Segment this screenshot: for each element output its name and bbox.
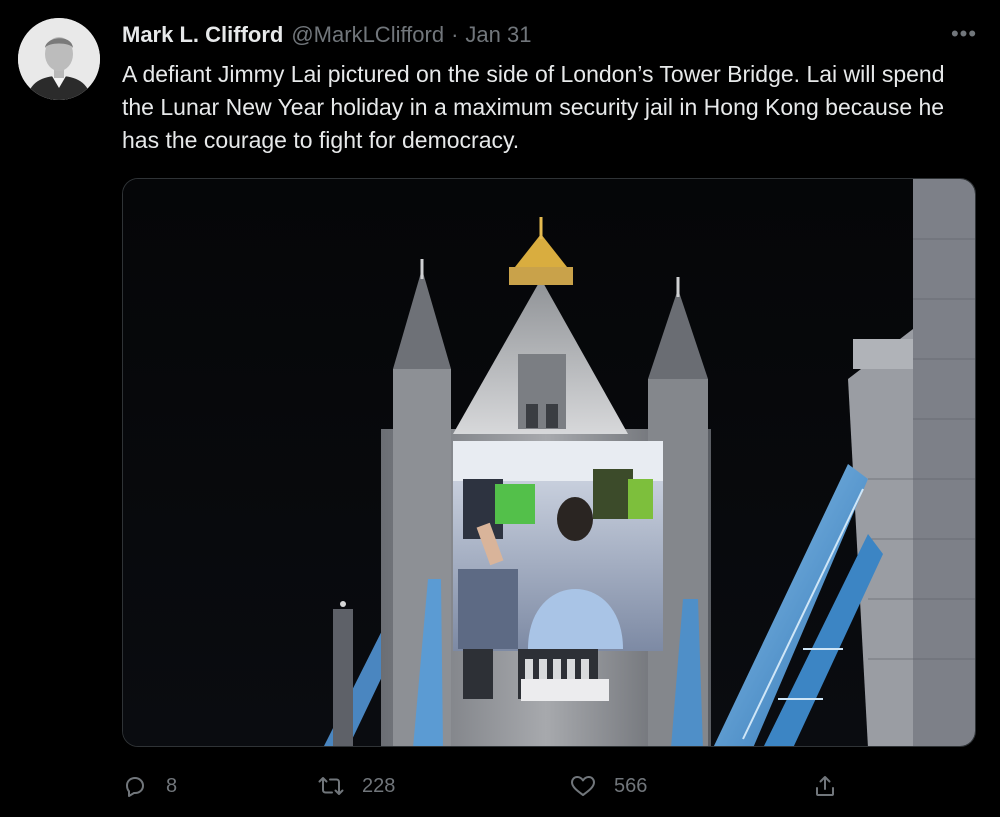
tweet-photo[interactable] (122, 178, 976, 747)
like-button[interactable]: 566 (570, 766, 647, 806)
separator-dot: · (451, 22, 459, 47)
reply-count: 8 (166, 774, 178, 797)
reply-button[interactable]: 8 (122, 766, 177, 806)
share-icon (812, 773, 838, 799)
retweet-button[interactable]: 228 (318, 766, 395, 806)
retweet-count: 228 (362, 774, 396, 797)
author-handle[interactable]: @MarkLClifford (291, 22, 444, 48)
like-count: 566 (614, 774, 648, 797)
heart-icon (570, 773, 596, 799)
tweet-actions: 8 228 566 (122, 766, 842, 806)
tweet-date[interactable]: Jan 31 (465, 22, 531, 48)
tweet-header: Mark L. Clifford @MarkLClifford · Jan 31… (122, 20, 980, 50)
tweet-text: A defiant Jimmy Lai pictured on the side… (122, 61, 945, 153)
retweet-icon (318, 773, 344, 799)
tweet[interactable]: Mark L. Clifford @MarkLClifford · Jan 31… (0, 0, 1000, 817)
share-button[interactable] (812, 766, 856, 806)
more-icon[interactable]: ••• (948, 21, 980, 46)
avatar[interactable] (18, 18, 100, 100)
tower-bridge-photo (123, 179, 975, 746)
reply-icon (122, 773, 148, 799)
author-name[interactable]: Mark L. Clifford (122, 22, 283, 48)
